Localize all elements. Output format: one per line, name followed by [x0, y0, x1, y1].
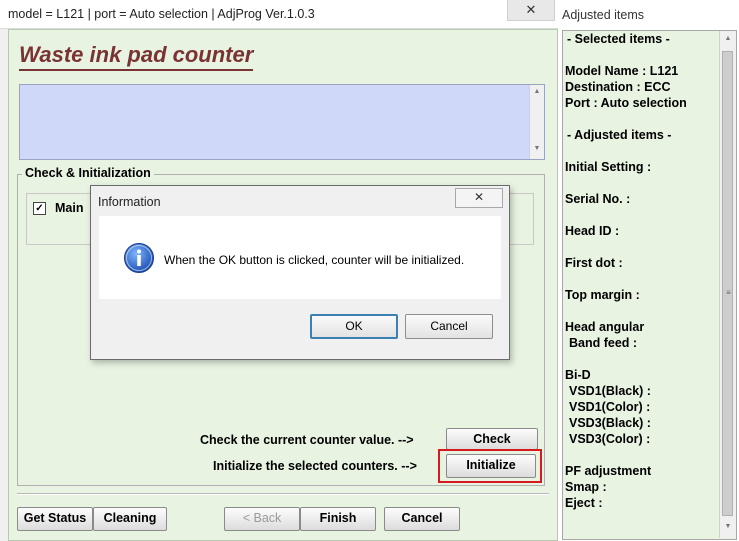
- dialog-title: Information: [98, 195, 161, 209]
- title-bar: model = L121 | port = Auto selection | A…: [0, 0, 558, 29]
- close-icon: ✕: [525, 2, 537, 17]
- list-item: Head angular: [565, 320, 645, 334]
- close-window-button[interactable]: ✕: [507, 0, 555, 21]
- list-item: Smap :: [565, 480, 607, 494]
- list-item: - Selected items -: [567, 32, 670, 46]
- adjusted-items-scrollbar[interactable]: ▲ ≡ ▼: [719, 31, 736, 538]
- scrollbar-thumb[interactable]: ≡: [722, 51, 733, 516]
- dialog-body: When the OK button is clicked, counter w…: [99, 216, 501, 299]
- list-item: First dot :: [565, 256, 623, 270]
- finish-button[interactable]: Finish: [300, 507, 376, 531]
- scroll-down-arrow-icon[interactable]: ▼: [720, 523, 736, 530]
- list-item: VSD3(Color) :: [569, 432, 651, 446]
- cancel-button[interactable]: Cancel: [384, 507, 460, 531]
- info-scrollbar[interactable]: ▲ ▼: [529, 85, 544, 159]
- dialog-cancel-button[interactable]: Cancel: [405, 314, 493, 339]
- list-item: VSD1(Black) :: [569, 384, 651, 398]
- grip-icon: ≡: [726, 288, 731, 297]
- adjusted-items-list[interactable]: - Selected items - Model Name : L121 Des…: [562, 30, 737, 540]
- scroll-up-arrow-icon[interactable]: ▲: [720, 35, 736, 42]
- main-label: Main: [55, 201, 84, 215]
- dialog-close-button[interactable]: ✕: [455, 188, 503, 208]
- list-item: PF adjustment: [565, 464, 652, 478]
- list-item: VSD1(Color) :: [569, 400, 651, 414]
- initialize-instruction: Initialize the selected counters. -->: [213, 459, 417, 473]
- ok-button[interactable]: OK: [310, 314, 398, 339]
- dialog-message: When the OK button is clicked, counter w…: [164, 253, 465, 267]
- window-title: model = L121 | port = Auto selection | A…: [8, 7, 315, 21]
- cleaning-button[interactable]: Cleaning: [93, 507, 167, 531]
- check-instruction: Check the current counter value. -->: [200, 433, 414, 447]
- divider: [17, 493, 549, 495]
- info-text-area[interactable]: ▲ ▼: [19, 84, 545, 160]
- main-checkbox[interactable]: ✓: [33, 202, 46, 215]
- dialog-footer: OK Cancel: [99, 299, 501, 347]
- check-button[interactable]: Check: [446, 428, 538, 450]
- list-item: - Adjusted items -: [567, 128, 672, 142]
- adjusted-items-panel: Adjusted items - Selected items - Model …: [558, 0, 739, 541]
- list-item: Destination : ECC: [565, 80, 671, 94]
- list-item: Initial Setting :: [565, 160, 652, 174]
- list-item: VSD3(Black) :: [569, 416, 651, 430]
- information-dialog: Information ✕ When the OK button is clic…: [90, 185, 510, 360]
- adjusted-items-title: Adjusted items: [562, 8, 644, 22]
- list-item: Eject :: [565, 496, 603, 510]
- list-item: Serial No. :: [565, 192, 631, 206]
- close-icon: ✕: [473, 190, 485, 204]
- scroll-up-arrow-icon[interactable]: ▲: [530, 88, 544, 95]
- dialog-title-bar: Information ✕: [91, 186, 509, 216]
- get-status-button[interactable]: Get Status: [17, 507, 93, 531]
- list-item: Top margin :: [565, 288, 640, 302]
- list-item: Band feed :: [569, 336, 638, 350]
- group-label: Check & Initialization: [22, 166, 154, 180]
- info-icon: [124, 243, 154, 273]
- list-item: Port : Auto selection: [565, 96, 687, 110]
- initialize-button[interactable]: Initialize: [446, 454, 536, 478]
- list-item: Model Name : L121: [565, 64, 679, 78]
- list-item: Head ID :: [565, 224, 620, 238]
- page-title: Waste ink pad counter: [19, 42, 254, 71]
- list-item: Bi-D: [565, 368, 591, 382]
- scroll-down-arrow-icon[interactable]: ▼: [530, 145, 544, 152]
- back-button[interactable]: < Back: [224, 507, 300, 531]
